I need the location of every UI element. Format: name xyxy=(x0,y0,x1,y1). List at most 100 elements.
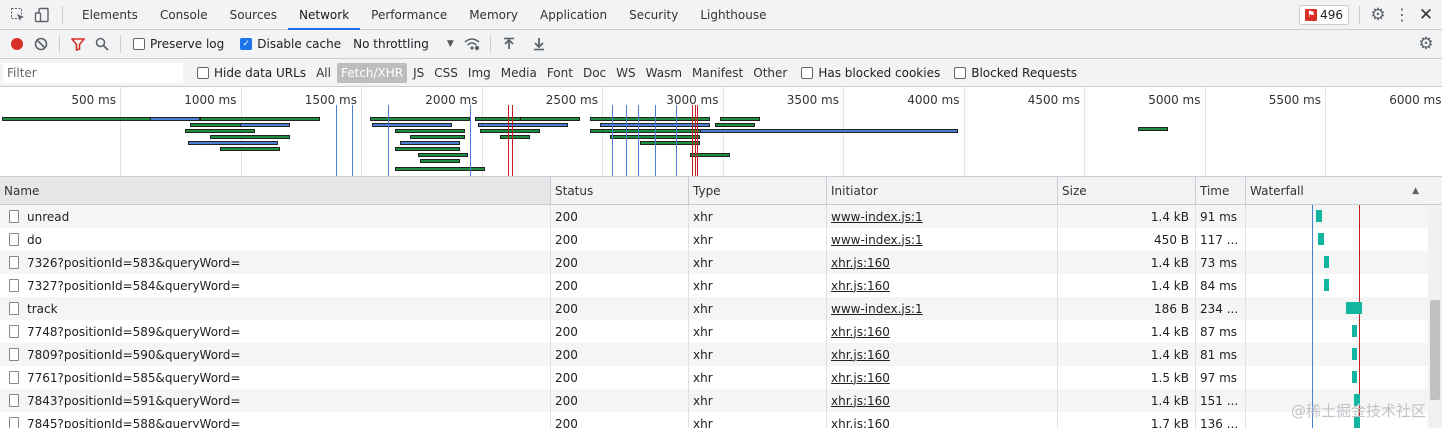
filter-type-wasm[interactable]: Wasm xyxy=(642,63,686,83)
filter-type-all[interactable]: All xyxy=(312,63,335,83)
scrollbar-thumb[interactable] xyxy=(1430,300,1440,400)
table-row[interactable]: track 200 xhr www-index.js:1 186 B 234 ... xyxy=(0,297,1442,320)
initiator-link[interactable]: www-index.js:1 xyxy=(831,302,923,316)
network-conditions-icon[interactable] xyxy=(460,32,484,56)
filter-type-media[interactable]: Media xyxy=(497,63,541,83)
cell-type: xhr xyxy=(689,320,827,343)
tab-security[interactable]: Security xyxy=(618,0,689,30)
checkbox-box-checked[interactable]: ✓ xyxy=(240,38,253,50)
column-header-initiator[interactable]: Initiator xyxy=(827,177,1058,204)
column-header-type[interactable]: Type xyxy=(689,177,827,204)
request-name: 7761?positionId=585&queryWord= xyxy=(27,370,241,385)
tab-network[interactable]: Network xyxy=(288,0,361,30)
checkbox-box[interactable] xyxy=(954,66,967,79)
initiator-link[interactable]: xhr.js:160 xyxy=(831,371,890,385)
network-settings-gear-icon[interactable]: ⚙ xyxy=(1414,32,1438,56)
cell-name: 7809?positionId=590&queryWord= xyxy=(0,343,551,366)
initiator-link[interactable]: www-index.js:1 xyxy=(831,210,923,224)
preserve-log-checkbox[interactable]: Preserve log xyxy=(133,37,224,51)
cell-initiator: xhr.js:160 xyxy=(827,251,1058,274)
column-header-name[interactable]: Name xyxy=(0,177,551,204)
overview-event-line xyxy=(626,105,627,176)
import-har-icon[interactable] xyxy=(497,32,521,56)
request-size: 1.4 kB xyxy=(1150,278,1189,293)
filter-type-css[interactable]: CSS xyxy=(430,63,462,83)
inspect-element-icon[interactable] xyxy=(6,3,30,27)
request-type: xhr xyxy=(693,324,713,339)
disable-cache-checkbox[interactable]: ✓ Disable cache xyxy=(240,37,341,51)
cell-waterfall xyxy=(1246,297,1427,320)
tab-sources[interactable]: Sources xyxy=(219,0,288,30)
table-row[interactable]: unread 200 xhr www-index.js:1 1.4 kB 91 ms xyxy=(0,205,1442,228)
close-icon[interactable]: ✕ xyxy=(1414,3,1438,27)
column-header-size[interactable]: Size xyxy=(1058,177,1196,204)
tab-memory[interactable]: Memory xyxy=(458,0,529,30)
dom-content-loaded-line xyxy=(1312,297,1313,320)
initiator-link[interactable]: xhr.js:160 xyxy=(831,256,890,270)
hide-data-urls-checkbox[interactable]: Hide data URLs xyxy=(197,66,306,80)
tab-application[interactable]: Application xyxy=(529,0,618,30)
cell-type: xhr xyxy=(689,389,827,412)
request-size: 1.4 kB xyxy=(1150,209,1189,224)
cell-initiator: xhr.js:160 xyxy=(827,320,1058,343)
filter-type-other[interactable]: Other xyxy=(749,63,791,83)
document-icon xyxy=(9,371,19,384)
initiator-link[interactable]: xhr.js:160 xyxy=(831,279,890,293)
initiator-link[interactable]: xhr.js:160 xyxy=(831,348,890,362)
filter-type-img[interactable]: Img xyxy=(464,63,495,83)
checkbox-box[interactable] xyxy=(197,66,209,79)
device-toolbar-icon[interactable] xyxy=(30,3,54,27)
initiator-link[interactable]: xhr.js:160 xyxy=(831,325,890,339)
table-row[interactable]: 7843?positionId=591&queryWord= 200 xhr xhr.… xyxy=(0,389,1442,412)
status-code: 200 xyxy=(555,232,578,247)
tab-performance[interactable]: Performance xyxy=(360,0,458,30)
request-time: 91 ms xyxy=(1200,209,1238,224)
cell-time: 81 ms xyxy=(1196,343,1246,366)
filter-funnel-icon[interactable] xyxy=(66,32,90,56)
clear-icon[interactable] xyxy=(29,32,53,56)
overview-tick-label: 4500 ms xyxy=(1027,93,1080,107)
request-type: xhr xyxy=(693,255,713,270)
tab-elements[interactable]: Elements xyxy=(71,0,149,30)
checkbox-box[interactable] xyxy=(133,38,145,50)
table-row[interactable]: 7327?positionId=584&queryWord= 200 xhr xhr.… xyxy=(0,274,1442,297)
table-row[interactable]: 7845?positionId=588&queryWord= 200 xhr xhr.… xyxy=(0,412,1442,428)
overview-tick-label: 6000 ms xyxy=(1389,93,1442,107)
table-row[interactable]: 7326?positionId=583&queryWord= 200 xhr xhr.… xyxy=(0,251,1442,274)
filter-type-font[interactable]: Font xyxy=(543,63,577,83)
overview-tick-label: 3000 ms xyxy=(666,93,719,107)
search-icon[interactable] xyxy=(90,32,114,56)
timeline-overview[interactable]: 500 ms 1000 ms 1500 ms 2000 ms 2500 ms 3000 m… xyxy=(0,87,1442,177)
settings-gear-icon[interactable]: ⚙ xyxy=(1366,3,1390,27)
throttling-select[interactable]: No throttling ▼ xyxy=(353,37,454,51)
filter-type-ws[interactable]: WS xyxy=(612,63,639,83)
column-header-time[interactable]: Time xyxy=(1196,177,1246,204)
more-menu-icon[interactable]: ⋮ xyxy=(1390,3,1414,27)
column-header-status[interactable]: Status xyxy=(551,177,689,204)
column-header-waterfall[interactable]: Waterfall ▲ xyxy=(1246,177,1427,204)
initiator-link[interactable]: xhr.js:160 xyxy=(831,417,890,428)
vertical-scrollbar[interactable] xyxy=(1428,205,1442,428)
document-icon xyxy=(9,233,19,246)
has-blocked-cookies-checkbox[interactable]: Has blocked cookies xyxy=(801,66,940,80)
blocked-requests-checkbox[interactable]: Blocked Requests xyxy=(954,66,1077,80)
filter-type-manifest[interactable]: Manifest xyxy=(688,63,747,83)
filter-type-doc[interactable]: Doc xyxy=(579,63,610,83)
filter-input[interactable] xyxy=(3,62,183,83)
table-row[interactable]: 7761?positionId=585&queryWord= 200 xhr xhr.… xyxy=(0,366,1442,389)
initiator-link[interactable]: xhr.js:160 xyxy=(831,394,890,408)
filter-type-js[interactable]: JS xyxy=(409,63,428,83)
record-icon[interactable] xyxy=(5,32,29,56)
tab-lighthouse[interactable]: Lighthouse xyxy=(689,0,777,30)
table-row[interactable]: 7809?positionId=590&queryWord= 200 xhr xhr.… xyxy=(0,343,1442,366)
export-har-icon[interactable] xyxy=(527,32,551,56)
table-row[interactable]: 7748?positionId=589&queryWord= 200 xhr xhr.… xyxy=(0,320,1442,343)
initiator-link[interactable]: www-index.js:1 xyxy=(831,233,923,247)
filter-type-fetch-xhr[interactable]: Fetch/XHR xyxy=(336,62,408,83)
issues-badge[interactable]: ⚑ 496 xyxy=(1299,4,1349,25)
overview-request-bar xyxy=(480,129,540,133)
checkbox-box[interactable] xyxy=(801,66,814,79)
tab-console[interactable]: Console xyxy=(149,0,219,30)
table-row[interactable]: do 200 xhr www-index.js:1 450 B 117 ... xyxy=(0,228,1442,251)
devtools-tab-bar: Elements Console Sources Network Performance… xyxy=(0,0,1442,30)
